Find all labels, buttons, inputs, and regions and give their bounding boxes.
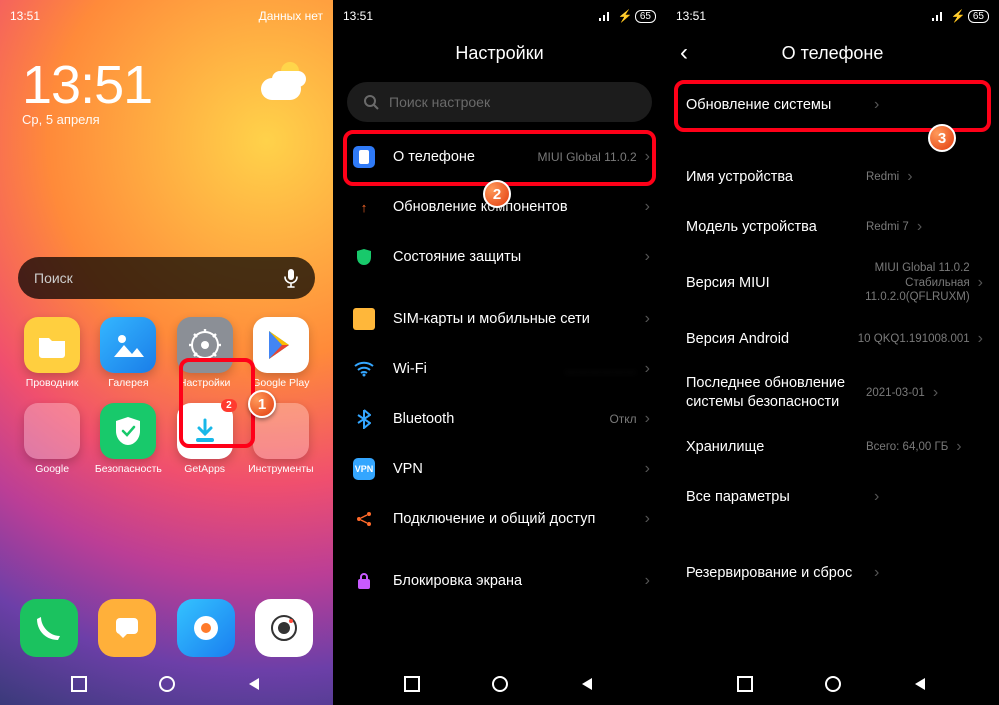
settings-screen: 13:51 ⚡65 Настройки Поиск настроек О тел… (333, 0, 666, 705)
back-button[interactable]: ‹ (680, 39, 688, 67)
share-icon (353, 508, 375, 530)
wifi-icon (353, 358, 375, 380)
battery-icon: ⚡65 (618, 9, 656, 23)
app-gallery[interactable]: Галерея (90, 317, 166, 389)
page-title: Настройки (333, 28, 666, 78)
nav-home-icon[interactable] (491, 675, 509, 693)
row-backup-reset[interactable]: Резервирование и сброс › (666, 548, 999, 598)
chevron-right-icon: › (645, 360, 650, 378)
row-lockscreen[interactable]: Блокировка экрана › (333, 556, 666, 606)
row-model[interactable]: Модель устройства Redmi 7 › (666, 202, 999, 252)
nav-back-icon[interactable] (246, 676, 262, 692)
chevron-right-icon: › (645, 572, 650, 590)
nav-recent-icon[interactable] (404, 676, 420, 692)
status-bar: 13:51 Данных нет (0, 0, 333, 28)
chevron-right-icon: › (907, 168, 912, 186)
chevron-right-icon: › (645, 410, 650, 428)
battery-icon: ⚡65 (951, 9, 989, 23)
app-security[interactable]: Безопасность (90, 403, 166, 475)
phone-icon (353, 146, 375, 168)
row-component-update[interactable]: ↑ Обновление компонентов › (333, 182, 666, 232)
app-google-folder[interactable]: Google (14, 403, 90, 475)
app-google-play[interactable]: Google Play (243, 317, 319, 389)
nav-back-icon[interactable] (579, 676, 595, 692)
row-sharing[interactable]: Подключение и общий доступ › (333, 494, 666, 544)
app-getapps[interactable]: 2 GetApps (167, 403, 243, 475)
chevron-right-icon: › (978, 274, 983, 292)
page-title: ‹ О телефоне (666, 28, 999, 78)
chevron-right-icon: › (645, 510, 650, 528)
signal-icon (931, 10, 945, 22)
sim-icon (353, 308, 375, 330)
lock-icon (353, 570, 375, 592)
app-tools-folder[interactable]: Инструменты (243, 403, 319, 475)
mic-icon[interactable] (283, 268, 299, 288)
chevron-right-icon: › (874, 96, 879, 114)
status-time: 13:51 (343, 9, 373, 23)
app-grid: Проводник Галерея Настройки Google Play … (14, 317, 319, 475)
search-icon (363, 94, 379, 110)
chevron-right-icon: › (874, 564, 879, 582)
row-about-phone[interactable]: О телефоне MIUI Global 11.0.2 › (333, 132, 666, 182)
clock-date: Ср, 5 апреля (22, 112, 311, 127)
row-security-status[interactable]: Состояние защиты › (333, 232, 666, 282)
nav-home-icon[interactable] (824, 675, 842, 693)
row-device-name[interactable]: Имя устройства Redmi › (666, 152, 999, 202)
status-time: 13:51 (676, 9, 706, 23)
chevron-right-icon: › (956, 438, 961, 456)
chevron-right-icon: › (645, 248, 650, 266)
status-bar: 13:51 ⚡65 (333, 0, 666, 28)
search-placeholder: Поиск (34, 270, 73, 286)
row-vpn[interactable]: VPN VPN › (333, 444, 666, 494)
row-sim[interactable]: SIM-карты и мобильные сети › (333, 294, 666, 344)
app-settings[interactable]: Настройки (167, 317, 243, 389)
status-right: Данных нет (259, 9, 323, 23)
status-bar: 13:51 ⚡65 (666, 0, 999, 28)
dock-browser[interactable] (177, 599, 235, 657)
row-miui-version[interactable]: Версия MIUI MIUI Global 11.0.2 Стабильна… (666, 252, 999, 314)
dock-camera[interactable] (255, 599, 313, 657)
dock (0, 599, 333, 657)
update-icon: ↑ (353, 196, 375, 218)
row-wifi[interactable]: Wi-Fi ……………… › (333, 344, 666, 394)
weather-icon[interactable] (261, 62, 307, 102)
home-screen: 13:51 Данных нет 13:51 Ср, 5 апреля Поис… (0, 0, 333, 705)
gear-icon (188, 328, 222, 362)
chevron-right-icon: › (933, 384, 938, 402)
chevron-right-icon: › (978, 330, 983, 348)
nav-back-icon[interactable] (912, 676, 928, 692)
chevron-right-icon: › (645, 148, 650, 166)
nav-bar (666, 663, 999, 705)
nav-bar (0, 663, 333, 705)
settings-search[interactable]: Поиск настроек (347, 82, 652, 122)
app-file-manager[interactable]: Проводник (14, 317, 90, 389)
about-phone-screen: 13:51 ⚡65 ‹ О телефоне Обновление систем… (666, 0, 999, 705)
nav-recent-icon[interactable] (737, 676, 753, 692)
chevron-right-icon: › (645, 460, 650, 478)
chevron-right-icon: › (917, 218, 922, 236)
chevron-right-icon: › (874, 488, 879, 506)
chevron-right-icon: › (645, 198, 650, 216)
row-bluetooth[interactable]: Bluetooth Откл › (333, 394, 666, 444)
nav-recent-icon[interactable] (71, 676, 87, 692)
dock-messages[interactable] (98, 599, 156, 657)
vpn-icon: VPN (353, 458, 375, 480)
dock-phone[interactable] (20, 599, 78, 657)
signal-icon (598, 10, 612, 22)
row-security-patch[interactable]: Последнее обновление системы безопасност… (666, 364, 999, 422)
nav-bar (333, 663, 666, 705)
clock-widget[interactable]: 13:51 Ср, 5 апреля (0, 28, 333, 127)
row-system-update[interactable]: Обновление системы › (666, 78, 999, 132)
row-all-params[interactable]: Все параметры › (666, 472, 999, 522)
nav-home-icon[interactable] (158, 675, 176, 693)
row-storage[interactable]: Хранилище Всего: 64,00 ГБ › (666, 422, 999, 472)
status-time: 13:51 (10, 9, 40, 23)
shield-icon (353, 246, 375, 268)
search-bar[interactable]: Поиск (18, 257, 315, 299)
row-android-version[interactable]: Версия Android 10 QKQ1.191008.001 › (666, 314, 999, 364)
chevron-right-icon: › (645, 310, 650, 328)
bluetooth-icon (353, 408, 375, 430)
